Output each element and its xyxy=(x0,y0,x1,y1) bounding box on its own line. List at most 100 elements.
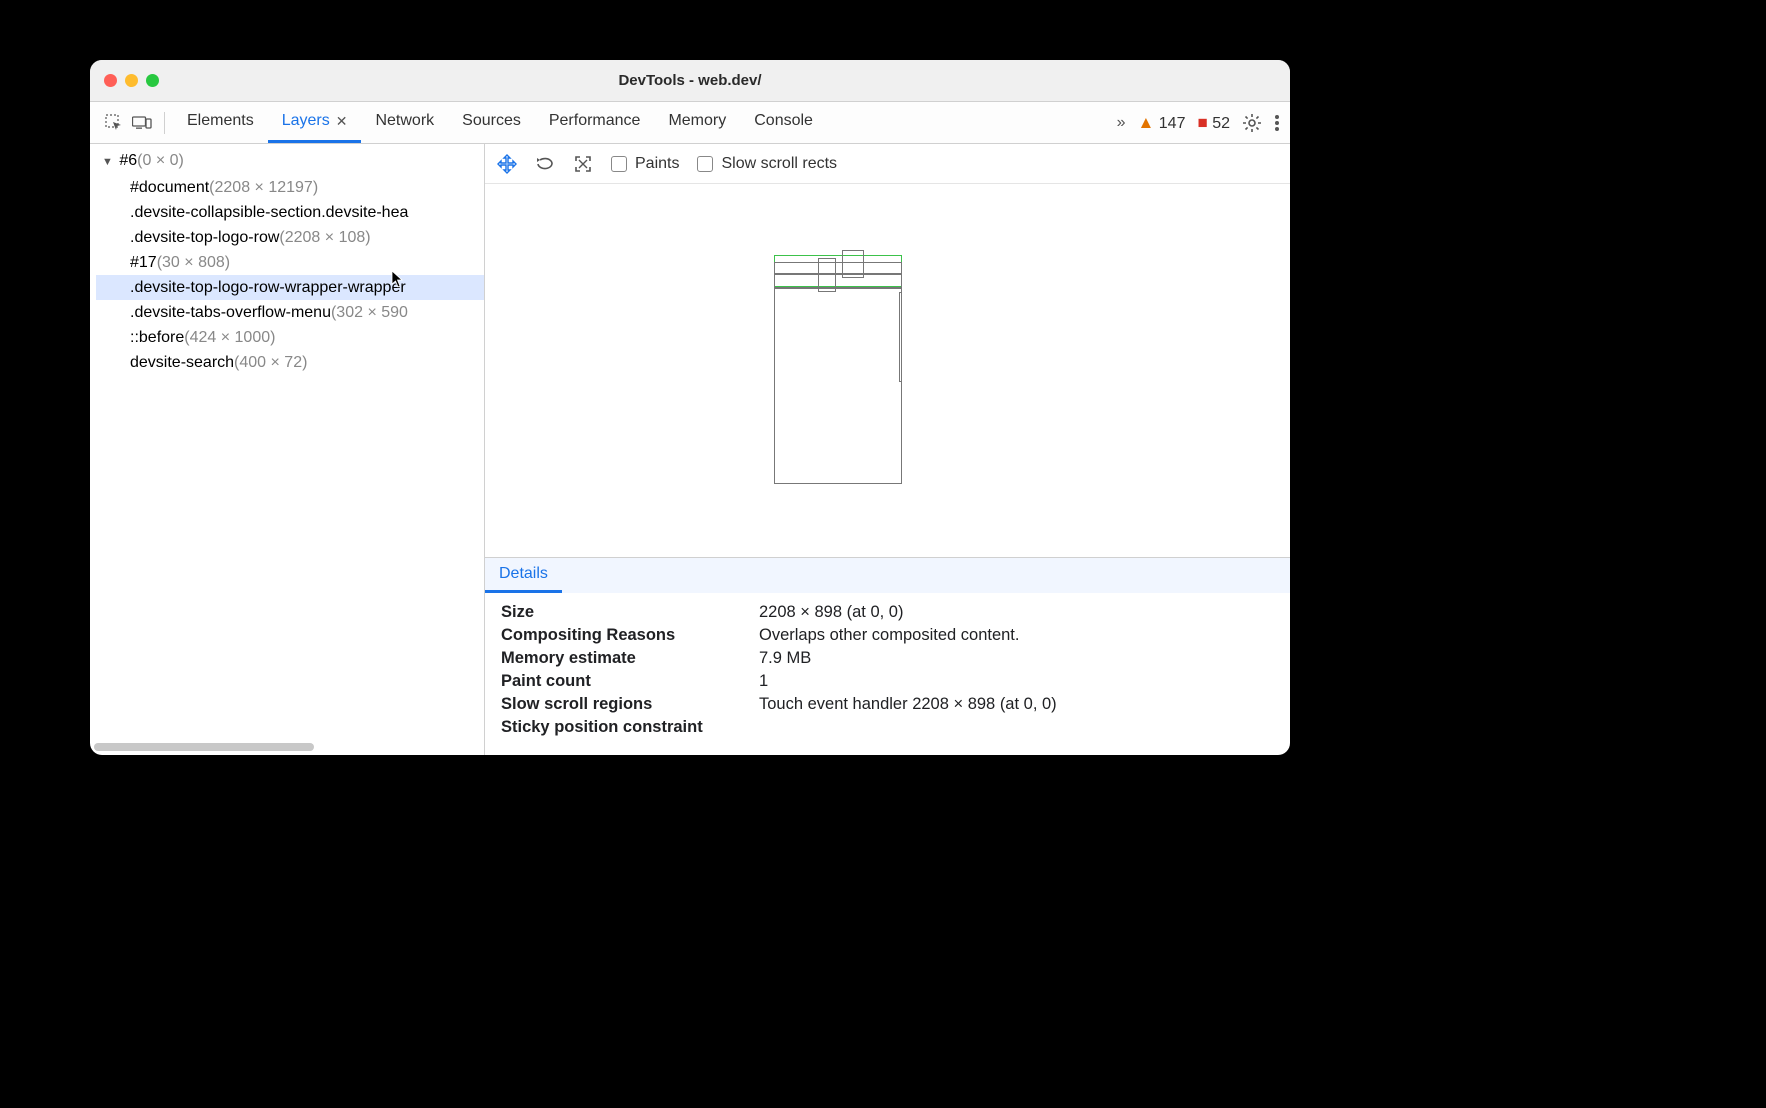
tab-layers-label: Layers xyxy=(282,112,330,130)
tree-item[interactable]: devsite-search(400 × 72) xyxy=(96,350,485,375)
warnings-count: 147 xyxy=(1159,115,1186,132)
window-title: DevTools - web.dev/ xyxy=(90,72,1290,89)
layer-outline[interactable] xyxy=(899,292,902,382)
tree-item-label: .devsite-top-logo-row-wrapper-wrapper xyxy=(130,279,406,296)
settings-gear-icon[interactable] xyxy=(1242,113,1262,133)
pan-tool-icon[interactable] xyxy=(497,154,517,174)
tree-root[interactable]: #6(0 × 0) xyxy=(96,148,485,175)
more-menu-icon[interactable] xyxy=(1274,113,1280,133)
detail-key: Compositing Reasons xyxy=(501,626,759,645)
tab-elements[interactable]: Elements xyxy=(173,102,268,143)
tab-console[interactable]: Console xyxy=(740,102,827,143)
tree-item[interactable]: ::before(424 × 1000) xyxy=(96,325,485,350)
detail-row: Sticky position constraint xyxy=(501,716,1274,739)
titlebar: DevTools - web.dev/ xyxy=(90,60,1290,102)
inspect-element-icon[interactable] xyxy=(100,109,128,137)
tabbar-divider xyxy=(164,112,165,134)
tab-performance[interactable]: Performance xyxy=(535,102,655,143)
tree-item-dim: (2208 × 108) xyxy=(279,229,370,246)
tree-item[interactable]: .devsite-tabs-overflow-menu(302 × 590 xyxy=(96,300,485,325)
checkbox-icon xyxy=(611,156,627,172)
layers-tree-pane: #6(0 × 0) #document(2208 × 12197) .devsi… xyxy=(90,144,485,755)
slow-scroll-checkbox[interactable]: Slow scroll rects xyxy=(697,155,837,173)
errors-count: 52 xyxy=(1212,115,1230,132)
tree-item-label: #17 xyxy=(130,254,157,271)
tree-item-dim: (2208 × 12197) xyxy=(209,179,318,196)
tree-root-label: #6 xyxy=(119,152,137,169)
tab-memory-label: Memory xyxy=(668,112,726,130)
tree-item-dim: (302 × 590 xyxy=(331,304,408,321)
detail-key: Slow scroll regions xyxy=(501,695,759,714)
tab-performance-label: Performance xyxy=(549,112,641,130)
tab-network-label: Network xyxy=(375,112,434,130)
tree-item-label: .devsite-tabs-overflow-menu xyxy=(130,304,331,321)
tab-layers[interactable]: Layers ✕ xyxy=(268,102,362,143)
tree-item-dim: (30 × 808) xyxy=(157,254,230,271)
checkbox-icon xyxy=(697,156,713,172)
details-tabbar: Details xyxy=(485,557,1290,593)
detail-row: Paint count1 xyxy=(501,670,1274,693)
detail-key: Size xyxy=(501,603,759,622)
detail-value: 2208 × 898 (at 0, 0) xyxy=(759,603,1274,622)
tab-network[interactable]: Network xyxy=(361,102,448,143)
detail-row: Memory estimate7.9 MB xyxy=(501,647,1274,670)
tree-item-dim: (424 × 1000) xyxy=(184,329,275,346)
detail-value: Touch event handler 2208 × 898 (at 0, 0) xyxy=(759,695,1274,714)
viz-toolbar: Paints Slow scroll rects xyxy=(485,144,1290,184)
slow-scroll-label: Slow scroll rects xyxy=(721,155,837,173)
tree-item[interactable]: .devsite-top-logo-row(2208 × 108) xyxy=(96,225,485,250)
tree-item[interactable]: #17(30 × 808) xyxy=(96,250,485,275)
detail-row: Slow scroll regionsTouch event handler 2… xyxy=(501,693,1274,716)
tree-item-label: .devsite-collapsible-section.devsite-hea xyxy=(130,204,408,221)
issues-group: » ▲ 147 ■ 52 xyxy=(1117,113,1280,133)
panel-tabs: Elements Layers ✕ Network Sources Perfor… xyxy=(173,102,827,143)
layers-3d-canvas[interactable] xyxy=(485,184,1290,557)
right-pane: Paints Slow scroll rects Details xyxy=(485,144,1290,755)
paints-checkbox[interactable]: Paints xyxy=(611,155,679,173)
tree-item-selected[interactable]: .devsite-top-logo-row-wrapper-wrapper xyxy=(96,275,485,300)
layer-outline[interactable] xyxy=(774,274,902,288)
error-icon: ■ xyxy=(1197,113,1207,132)
detail-row: Size2208 × 898 (at 0, 0) xyxy=(501,601,1274,624)
content-area: #6(0 × 0) #document(2208 × 12197) .devsi… xyxy=(90,144,1290,755)
detail-key: Paint count xyxy=(501,672,759,691)
detail-value: 7.9 MB xyxy=(759,649,1274,668)
layer-outline[interactable] xyxy=(774,262,902,274)
tabs-overflow-icon[interactable]: » xyxy=(1117,114,1126,132)
tree-root-dim: (0 × 0) xyxy=(137,152,184,169)
tree-item-label: devsite-search xyxy=(130,354,234,371)
close-tab-icon[interactable]: ✕ xyxy=(336,113,348,130)
warning-icon: ▲ xyxy=(1137,113,1154,132)
main-tabbar: Elements Layers ✕ Network Sources Perfor… xyxy=(90,102,1290,144)
tree-item[interactable]: #document(2208 × 12197) xyxy=(96,175,485,200)
rotate-tool-icon[interactable] xyxy=(535,156,555,172)
detail-value xyxy=(759,718,1274,737)
details-tab-label: Details xyxy=(499,565,548,583)
layer-outline[interactable] xyxy=(818,258,836,292)
window-controls xyxy=(104,74,159,87)
tab-console-label: Console xyxy=(754,112,813,130)
reset-view-icon[interactable] xyxy=(573,156,593,172)
close-window-button[interactable] xyxy=(104,74,117,87)
tab-elements-label: Elements xyxy=(187,112,254,130)
paints-label: Paints xyxy=(635,155,679,173)
layer-outline[interactable] xyxy=(774,288,902,484)
warnings-badge[interactable]: ▲ 147 xyxy=(1137,113,1185,133)
scrollbar-thumb[interactable] xyxy=(94,743,314,751)
layer-outline[interactable] xyxy=(842,250,864,278)
tab-memory[interactable]: Memory xyxy=(654,102,740,143)
zoom-window-button[interactable] xyxy=(146,74,159,87)
tab-sources-label: Sources xyxy=(462,112,521,130)
details-tab[interactable]: Details xyxy=(485,558,562,593)
left-horizontal-scrollbar[interactable] xyxy=(94,743,480,751)
detail-key: Sticky position constraint xyxy=(501,718,759,737)
tree-item-label: .devsite-top-logo-row xyxy=(130,229,279,246)
detail-key: Memory estimate xyxy=(501,649,759,668)
details-body: Size2208 × 898 (at 0, 0) Compositing Rea… xyxy=(485,593,1290,755)
tree-item[interactable]: .devsite-collapsible-section.devsite-hea xyxy=(96,200,485,225)
errors-badge[interactable]: ■ 52 xyxy=(1197,113,1230,133)
tab-sources[interactable]: Sources xyxy=(448,102,535,143)
device-toggle-icon[interactable] xyxy=(128,109,156,137)
minimize-window-button[interactable] xyxy=(125,74,138,87)
detail-value: 1 xyxy=(759,672,1274,691)
